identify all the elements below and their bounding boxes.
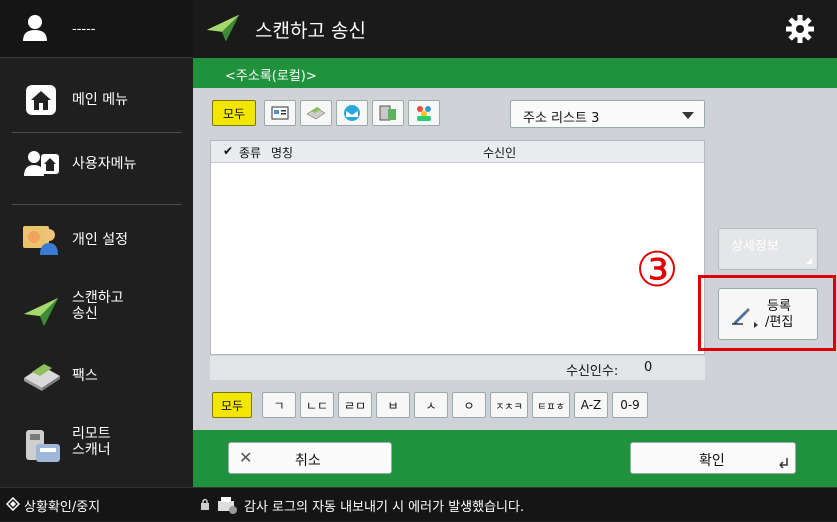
send-plane-icon [206,14,240,42]
sidebar-item-label: 메인 메뉴 [72,92,128,108]
lock-icon [201,498,209,510]
address-list[interactable] [210,140,705,355]
column-name[interactable]: 명칭 [271,144,293,161]
details-button-label: 상세정보 [731,239,779,254]
user-name: ----- [72,22,96,37]
status-message: 감사 로그의 자동 내보내기 시 에러가 발생했습니다. [244,500,525,515]
group-icon [417,106,431,121]
register-edit-button[interactable]: 등록 /편집 [718,288,818,340]
type-filter-folder[interactable] [372,100,404,126]
confirm-button[interactable]: 확인 [630,442,796,474]
cancel-button-label: 취소 [295,453,321,469]
sidebar-item-label: 팩스 [72,368,98,384]
recipient-count-value: 0 [644,360,653,375]
home-icon [26,85,56,115]
index-ieung[interactable]: ㅇ [452,392,486,418]
sidebar-item-label: 스캔하고 송신 [72,290,124,322]
address-list-select[interactable]: 주소 리스트 3 [510,100,705,128]
user-home-icon [24,151,59,176]
status-diamond-icon [6,497,20,511]
sidebar-item-fax[interactable]: 팩스 [0,352,193,400]
cancel-button[interactable]: ✕ 취소 [228,442,392,474]
details-button[interactable]: 상세정보 [718,228,818,270]
index-all[interactable]: 모두 [212,392,252,418]
sidebar-item-scan-send[interactable]: 스캔하고 송신 [0,284,193,340]
sidebar-item-label: 사용자메뉴 [72,156,137,172]
callout-number: ③ [633,246,681,294]
register-edit-label-1: 등록 [767,299,791,314]
type-filter-group[interactable] [408,100,440,126]
sidebar-item-label: 리모트 스캐너 [72,426,111,458]
index-bieup[interactable]: ㅂ [376,392,410,418]
user-row[interactable]: ----- [0,0,193,58]
email-icon [344,105,360,121]
address-list-header: ✔ 종류 명칭 수신인 [211,141,704,163]
header: 스캔하고 송신 [193,0,837,58]
index-rieul-mieum[interactable]: ㄹㅁ [338,392,372,418]
register-edit-label-2: /편집 [765,315,794,330]
remote-scanner-icon [26,430,60,462]
type-filter-email[interactable] [336,100,368,126]
gear-icon[interactable] [785,14,815,44]
status-monitor-button[interactable]: 상황확인/중지 [0,488,193,522]
address-list-value: 주소 리스트 3 [523,111,600,126]
index-a-z[interactable]: A-Z [574,392,608,418]
addressbook-title: <주소록(로컬)> [225,69,317,84]
sidebar-divider [12,204,182,205]
sidebar-item-main-menu[interactable]: 메인 메뉴 [0,76,193,124]
corner-triangle-icon [806,258,812,264]
index-giyeok[interactable]: ㄱ [262,392,296,418]
recipient-count-row: 수신인수: 0 [210,356,705,380]
printer-warning-icon [218,497,237,514]
close-icon: ✕ [239,448,253,467]
check-icon: ✔ [223,144,234,158]
sidebar-item-personal-settings[interactable]: 개인 설정 [0,216,193,264]
index-siot[interactable]: ㅅ [414,392,448,418]
status-monitor-label: 상황확인/중지 [24,500,101,515]
column-recipient[interactable]: 수신인 [483,144,516,161]
chevron-down-icon [682,112,694,119]
sidebar-item-label: 개인 설정 [72,232,128,248]
type-filter-all[interactable]: 모두 [212,100,256,126]
index-jieut-chieut-kieuk[interactable]: ㅈㅊㅋ [490,392,528,418]
status-bar: 상황확인/중지 감사 로그의 자동 내보내기 시 에러가 발생했습니다. [0,487,837,521]
index-tieut-pieup-hieut[interactable]: ㅌㅍㅎ [532,392,570,418]
edit-pencil-icon [732,308,750,325]
page-title: 스캔하고 송신 [255,20,366,42]
arrow-right-icon [754,322,758,328]
type-filter-fax[interactable] [300,100,332,126]
index-0-9[interactable]: 0-9 [612,392,648,418]
fax-icon [306,107,326,120]
fax-icon [24,364,60,391]
sidebar-divider [12,132,182,133]
type-filter-card[interactable] [264,100,296,126]
user-icon [23,15,47,41]
index-nieun-digeut[interactable]: ㄴㄷ [300,392,334,418]
enter-arrow-icon [779,458,788,469]
sidebar-item-user-menu[interactable]: 사용자메뉴 [0,140,193,188]
sidebar-item-remote-scanner[interactable]: 리모트 스캐너 [0,418,193,474]
confirm-button-label: 확인 [699,453,725,469]
file-server-icon [379,105,396,121]
address-card-icon [271,106,289,120]
column-type[interactable]: 종류 [239,144,261,161]
personal-settings-icon [23,226,58,255]
addressbook-titlebar: <주소록(로컬)> [193,58,837,88]
send-plane-icon [24,298,58,326]
recipient-count-label: 수신인수: [566,364,619,379]
